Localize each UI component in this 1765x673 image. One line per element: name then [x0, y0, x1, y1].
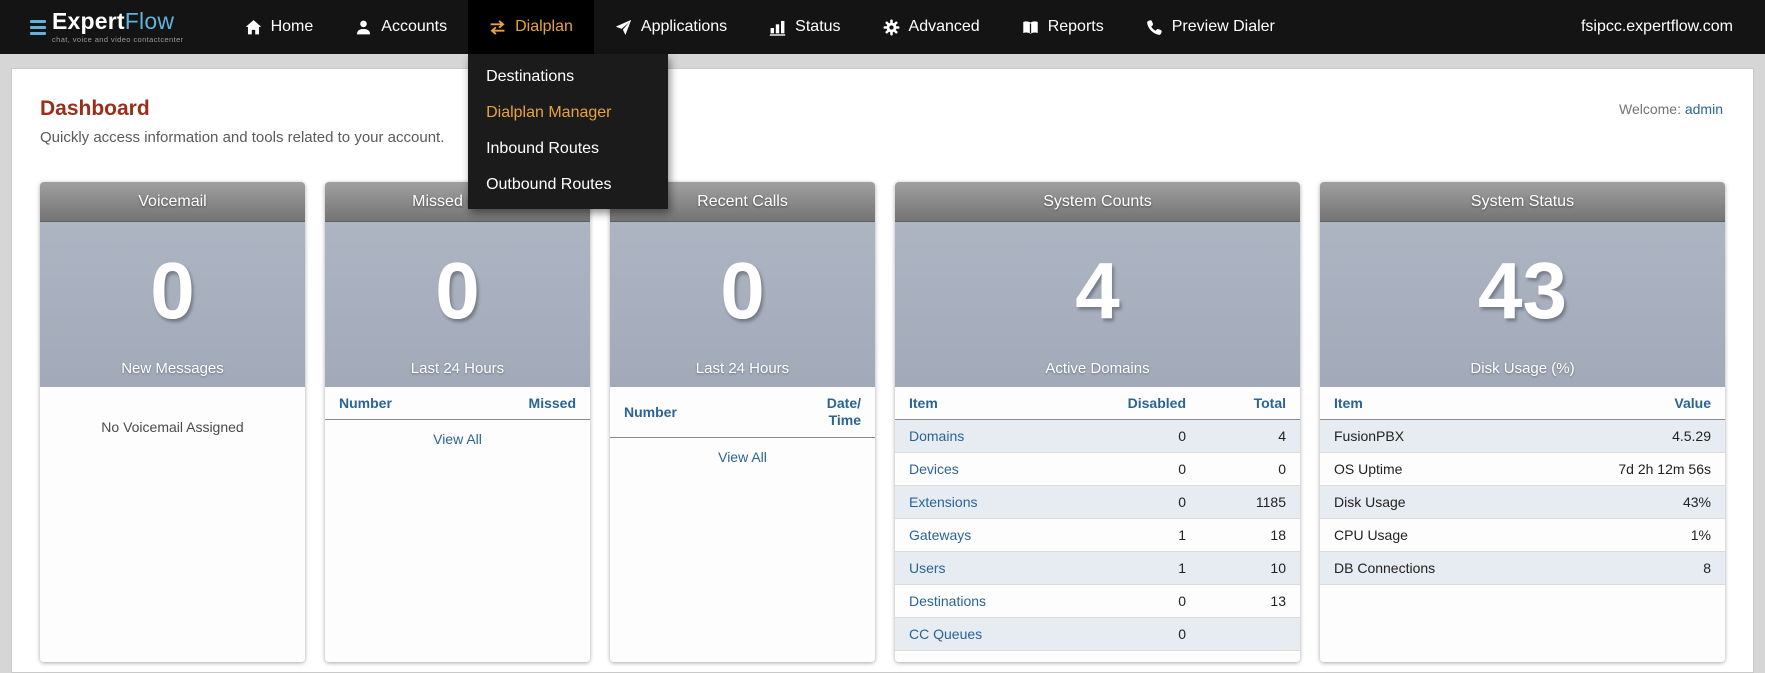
nav-item-dialplan[interactable]: Dialplan Destinations Dialplan Manager I…	[468, 0, 669, 209]
domains-link[interactable]: Domains	[909, 428, 964, 444]
voicemail-empty-text: No Voicemail Assigned	[101, 419, 244, 435]
users-link[interactable]: Users	[909, 560, 946, 576]
dashboard-panels: Voicemail 0 New Messages No Voicemail As…	[40, 182, 1725, 662]
nav-label: Advanced	[908, 18, 980, 35]
main-nav: Home Accounts Dialplan Destinations Dial…	[224, 0, 1296, 209]
table-row: Domains 0 4	[895, 420, 1300, 453]
missed-calls-count: 0	[435, 246, 480, 335]
table-row: Disk Usage 43%	[1320, 486, 1725, 519]
admin-user-link[interactable]: admin	[1685, 101, 1723, 117]
dashboard-page: Dashboard Quickly access information and…	[11, 68, 1754, 673]
missed-calls-panel: Missed Calls 0 Last 24 Hours Number Miss…	[325, 182, 590, 662]
page-subtitle: Quickly access information and tools rel…	[40, 129, 445, 146]
devices-link[interactable]: Devices	[909, 461, 959, 477]
disk-usage-count: 43	[1478, 246, 1567, 335]
gear-icon	[883, 19, 900, 36]
recent-calls-table: Number Date/Time	[610, 387, 875, 438]
page-title: Dashboard	[40, 97, 150, 120]
table-row: CC Queues 0	[895, 618, 1300, 651]
missed-calls-table: Number Missed	[325, 387, 590, 420]
logo-text: ExpertFlow	[52, 8, 175, 35]
destinations-link[interactable]: Destinations	[909, 593, 986, 609]
nav-item-applications[interactable]: Applications	[594, 0, 748, 54]
menu-item-destinations[interactable]: Destinations	[468, 59, 668, 95]
nav-item-reports[interactable]: Reports	[1001, 0, 1125, 54]
system-counts-table: Item Disabled Total Domains 0 4 Devices …	[895, 387, 1300, 651]
nav-label: Preview Dialer	[1171, 18, 1275, 35]
system-counts-panel: System Counts 4 Active Domains Item Disa…	[895, 182, 1300, 662]
cc-queues-link[interactable]: CC Queues	[909, 626, 982, 642]
bar-chart-icon	[769, 19, 786, 36]
home-icon	[245, 19, 262, 36]
expertflow-logo[interactable]: ExpertFlow chat, voice and video contact…	[0, 0, 210, 54]
table-row: Devices 0 0	[895, 453, 1300, 486]
table-row: FusionPBX 4.5.29	[1320, 420, 1725, 453]
dialplan-dropdown-menu: Destinations Dialplan Manager Inbound Ro…	[468, 54, 669, 209]
book-icon	[1022, 19, 1039, 36]
active-domains-count: 4	[1075, 246, 1120, 335]
recent-calls-panel: Recent Calls 0 Last 24 Hours Number Date…	[610, 182, 875, 662]
panel-title: Voicemail	[40, 182, 305, 222]
table-row: DB Connections 8	[1320, 552, 1725, 585]
nav-item-preview-dialer[interactable]: Preview Dialer	[1125, 0, 1296, 54]
nav-label: Reports	[1047, 18, 1104, 35]
table-row: Users 1 10	[895, 552, 1300, 585]
missed-calls-view-all-link[interactable]: View All	[433, 431, 482, 447]
nav-label: Applications	[640, 18, 728, 35]
voicemail-panel: Voicemail 0 New Messages No Voicemail As…	[40, 182, 305, 662]
menu-item-inbound-routes[interactable]: Inbound Routes	[468, 131, 668, 167]
table-row: CPU Usage 1%	[1320, 519, 1725, 552]
welcome-text: Welcome: admin	[1618, 101, 1723, 117]
nav-item-advanced[interactable]: Advanced	[862, 0, 1001, 54]
user-icon	[355, 19, 372, 36]
nav-item-accounts[interactable]: Accounts	[334, 0, 468, 54]
table-row: OS Uptime 7d 2h 12m 56s	[1320, 453, 1725, 486]
menu-item-outbound-routes[interactable]: Outbound Routes	[468, 167, 668, 203]
voicemail-count: 0	[150, 246, 195, 335]
nav-item-home[interactable]: Home	[224, 0, 335, 54]
top-navbar: ExpertFlow chat, voice and video contact…	[0, 0, 1765, 209]
panel-title: System Status	[1320, 182, 1725, 222]
table-row: Gateways 1 18	[895, 519, 1300, 552]
server-domain: fsipcc.expertflow.com	[1580, 18, 1733, 35]
system-status-panel: System Status 43 Disk Usage (%) Item Val…	[1320, 182, 1725, 662]
logo-tagline: chat, voice and video contactcenter	[52, 35, 184, 45]
nav-label: Dialplan	[515, 18, 573, 35]
recent-calls-count: 0	[720, 246, 765, 335]
extensions-link[interactable]: Extensions	[909, 494, 977, 510]
gateways-link[interactable]: Gateways	[909, 527, 971, 543]
panel-title: System Counts	[895, 182, 1300, 222]
system-status-table: Item Value FusionPBX 4.5.29 OS Uptime 7d…	[1320, 387, 1725, 585]
transfer-arrows-icon	[489, 19, 506, 36]
phone-icon	[1146, 19, 1163, 36]
logo-bars-icon	[30, 19, 46, 35]
nav-item-status[interactable]: Status	[748, 0, 861, 54]
nav-label: Status	[795, 18, 841, 35]
table-row: Destinations 0 13	[895, 585, 1300, 618]
recent-calls-view-all-link[interactable]: View All	[718, 449, 767, 465]
menu-item-dialplan-manager[interactable]: Dialplan Manager	[468, 95, 668, 131]
nav-label: Accounts	[381, 18, 448, 35]
paper-plane-icon	[615, 19, 632, 36]
nav-label: Home	[270, 18, 314, 35]
table-row: Extensions 0 1185	[895, 486, 1300, 519]
